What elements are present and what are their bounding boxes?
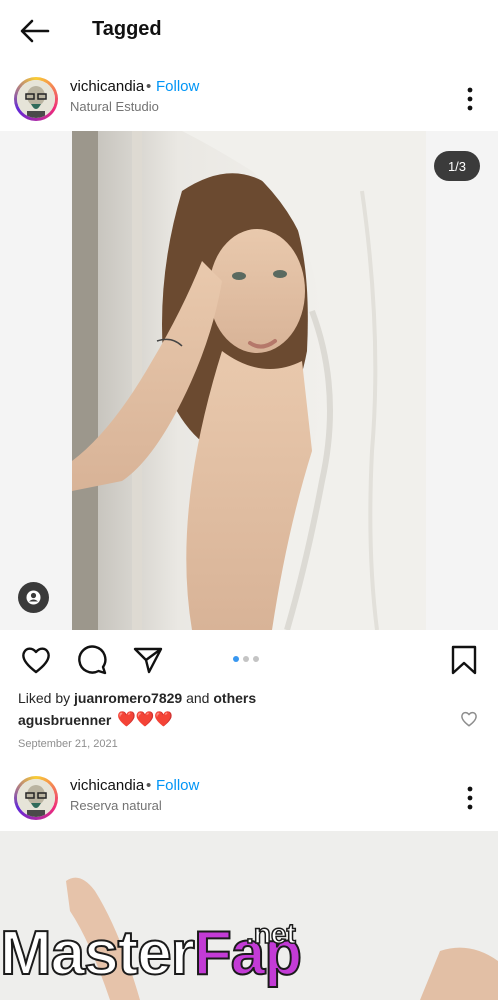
liked-by-and: and [182, 690, 214, 706]
username[interactable]: vichicandia [70, 777, 144, 794]
more-options-icon[interactable] [460, 85, 480, 113]
carousel-dot [243, 656, 249, 662]
follow-button[interactable]: Follow [156, 78, 199, 95]
share-icon[interactable] [132, 644, 164, 676]
page-title: Tagged [92, 18, 162, 40]
caption-emojis: ❤️❤️❤️ [117, 711, 174, 728]
liked-by-user[interactable]: juanromero7829 [74, 690, 182, 706]
carousel-counter: 1/3 [434, 151, 480, 181]
post-photo [72, 131, 426, 630]
liked-by-others[interactable]: others [213, 690, 256, 706]
user-tag-icon[interactable] [18, 582, 49, 613]
comment-icon[interactable] [76, 644, 108, 676]
carousel-dot [253, 656, 259, 662]
post-date: September 21, 2021 [18, 738, 118, 750]
follow-button[interactable]: Follow [156, 777, 199, 794]
carousel-dot-active [233, 656, 239, 662]
back-arrow-icon[interactable] [18, 16, 52, 46]
caption-like-icon[interactable] [460, 710, 478, 728]
bookmark-icon[interactable] [448, 644, 480, 676]
avatar[interactable] [14, 776, 58, 820]
separator-dot: • [146, 78, 152, 95]
more-options-icon[interactable] [460, 784, 480, 812]
caption-username[interactable]: agusbruenner [18, 712, 111, 728]
post-header: vichicandia • Follow Natural Estudio [0, 71, 498, 127]
like-heart-icon[interactable] [20, 644, 52, 676]
post-actions [0, 640, 498, 680]
location-label[interactable]: Reserva natural [70, 798, 162, 813]
app-header: Tagged [0, 0, 498, 62]
post-header: vichicandia • Follow Reserva natural [0, 770, 498, 826]
watermark-suffix: .net [245, 917, 296, 950]
likes-summary: Liked by juanromero7829 and others [18, 690, 256, 706]
location-label[interactable]: Natural Estudio [70, 99, 159, 114]
username[interactable]: vichicandia [70, 78, 144, 95]
avatar[interactable] [14, 77, 58, 121]
liked-by-prefix: Liked by [18, 690, 75, 706]
separator-dot: • [146, 777, 152, 794]
post-media[interactable]: 1/3 [0, 131, 498, 630]
